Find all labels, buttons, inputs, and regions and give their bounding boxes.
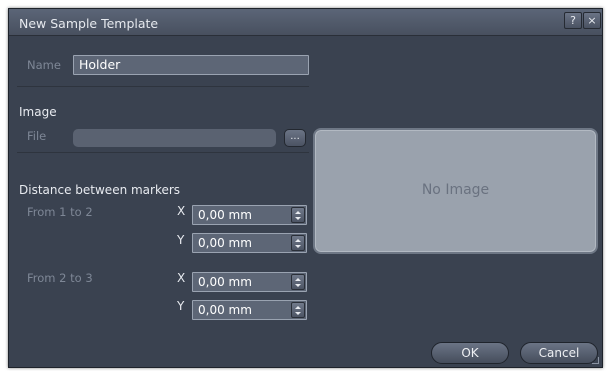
name-label: Name — [27, 58, 61, 72]
distance-heading: Distance between markers — [19, 183, 181, 197]
x-axis-label: X — [177, 204, 186, 218]
arrow-down-icon[interactable] — [295, 284, 301, 287]
ok-button[interactable]: OK — [431, 342, 509, 364]
distance-2-3-y-spinbox[interactable]: 0,00 mm — [192, 300, 307, 320]
x-axis-label: X — [177, 271, 186, 285]
arrow-down-icon[interactable] — [295, 217, 301, 220]
arrow-up-icon[interactable] — [295, 278, 301, 281]
help-button[interactable]: ? — [564, 12, 582, 29]
name-input[interactable]: Holder — [73, 55, 309, 75]
divider — [17, 152, 309, 153]
group-label-2-to-3: From 2 to 3 — [27, 271, 93, 285]
cancel-button[interactable]: Cancel — [520, 342, 598, 364]
arrow-down-icon[interactable] — [295, 245, 301, 248]
title-bar[interactable]: New Sample Template ? × — [9, 9, 602, 36]
resize-grip-icon[interactable] — [592, 357, 599, 364]
image-heading: Image — [19, 105, 57, 119]
arrow-up-icon[interactable] — [295, 306, 301, 309]
new-sample-template-dialog: New Sample Template ? × Name Holder Imag… — [8, 8, 603, 368]
close-button[interactable]: × — [583, 12, 601, 29]
spin-arrows[interactable] — [291, 302, 305, 318]
spin-arrows[interactable] — [291, 235, 305, 251]
divider — [17, 86, 309, 87]
spin-arrows[interactable] — [291, 207, 305, 223]
dialog-title: New Sample Template — [19, 16, 159, 31]
browse-button[interactable]: ... — [284, 129, 306, 147]
spin-value: 0,00 mm — [198, 236, 252, 250]
spin-value: 0,00 mm — [198, 208, 252, 222]
dialog-content: Name Holder Image File ... No Image Dist… — [9, 37, 602, 369]
spin-value: 0,00 mm — [198, 275, 252, 289]
file-path-input[interactable] — [73, 129, 276, 147]
arrow-up-icon[interactable] — [295, 211, 301, 214]
image-preview: No Image — [313, 128, 598, 254]
distance-1-2-x-spinbox[interactable]: 0,00 mm — [192, 205, 307, 225]
y-axis-label: Y — [177, 233, 185, 247]
spin-value: 0,00 mm — [198, 303, 252, 317]
group-label-1-to-2: From 1 to 2 — [27, 205, 93, 219]
y-axis-label: Y — [177, 299, 185, 313]
distance-2-3-x-spinbox[interactable]: 0,00 mm — [192, 272, 307, 292]
arrow-down-icon[interactable] — [295, 312, 301, 315]
spin-arrows[interactable] — [291, 274, 305, 290]
no-image-text: No Image — [421, 182, 490, 198]
arrow-up-icon[interactable] — [295, 239, 301, 242]
file-label: File — [27, 129, 47, 143]
distance-1-2-y-spinbox[interactable]: 0,00 mm — [192, 233, 307, 253]
